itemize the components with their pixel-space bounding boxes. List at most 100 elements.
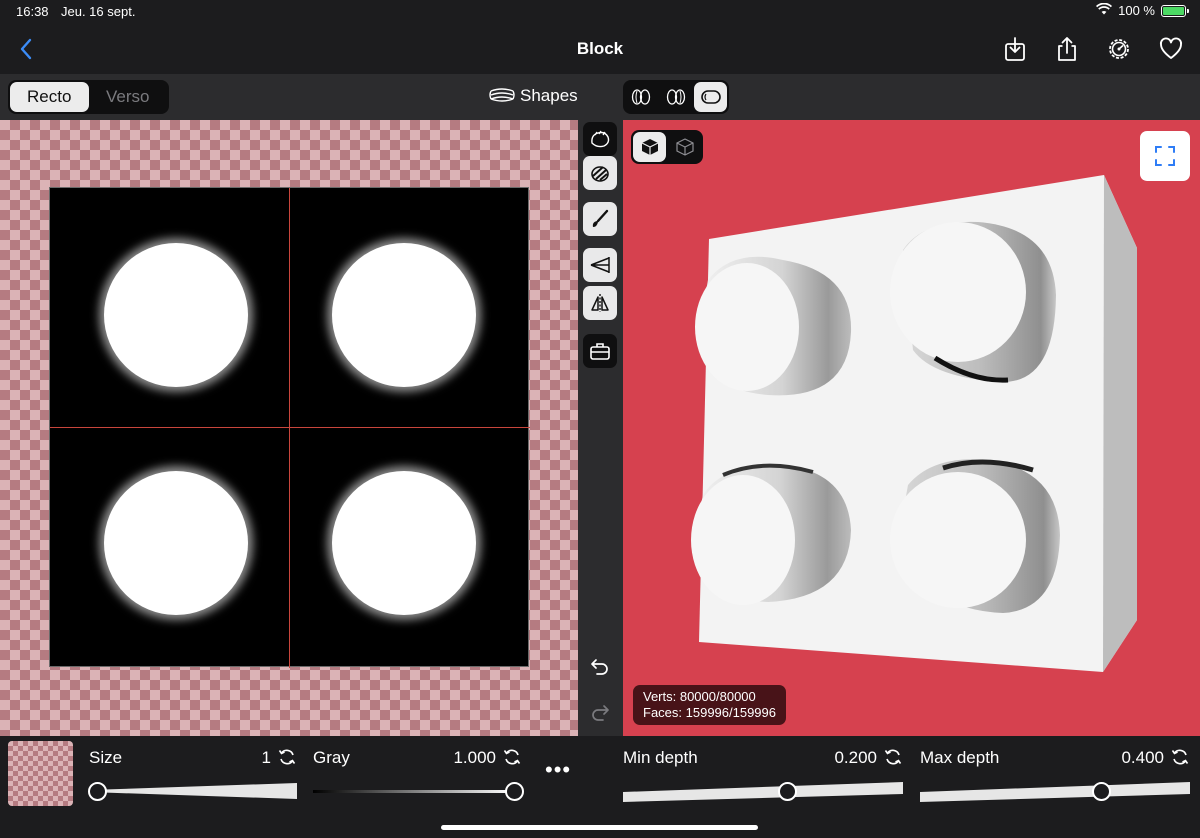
- brush-tool-button[interactable]: [583, 202, 617, 236]
- stud-circle: [104, 471, 248, 615]
- face-count: Faces: 159996/159996: [643, 705, 776, 720]
- texture-tool-icon: [591, 166, 609, 182]
- undo-icon: [591, 659, 608, 675]
- gray-label: Gray: [313, 748, 350, 767]
- toolbox-icon: [590, 343, 610, 360]
- status-indicators: 100 %: [1096, 2, 1189, 18]
- editor-toolbar: Recto Verso Shapes: [0, 74, 1200, 120]
- back-button[interactable]: [14, 36, 40, 62]
- download-icon: [1005, 37, 1025, 61]
- status-time: 16:38: [16, 4, 49, 19]
- heightmap-quadrant: [50, 188, 289, 427]
- status-date: Jeu. 16 sept.: [61, 4, 136, 19]
- solid-cube-icon: [641, 139, 658, 155]
- stud-top-left: [695, 256, 852, 396]
- settings-button[interactable]: [1106, 36, 1132, 62]
- heightmap-quadrant: [290, 188, 529, 427]
- max-depth-control: Max depth 0.400: [920, 736, 1190, 806]
- render-mode-solid[interactable]: [633, 132, 666, 162]
- wireframe-cube-icon: [675, 138, 694, 156]
- gray-value: 1.000: [453, 748, 496, 767]
- gray-control: Gray 1.000: [313, 736, 524, 806]
- min-depth-slider[interactable]: [623, 780, 903, 802]
- heightmap-canvas[interactable]: [0, 120, 578, 736]
- block-side-face: [1103, 175, 1137, 672]
- tab-verso[interactable]: Verso: [89, 82, 168, 112]
- size-slider-thumb[interactable]: [88, 782, 107, 801]
- gradient-tool-button[interactable]: [583, 248, 617, 282]
- share-icon: [1058, 37, 1076, 61]
- wifi-icon: [1096, 2, 1113, 18]
- heightmap-thumbnail[interactable]: [8, 741, 73, 806]
- size-slider[interactable]: [89, 780, 297, 802]
- gray-slider-thumb[interactable]: [505, 782, 524, 801]
- emboss-tool-button[interactable]: [583, 122, 617, 156]
- vertical-guide-line: [289, 188, 290, 668]
- tab-recto[interactable]: Recto: [10, 82, 89, 112]
- more-options-button[interactable]: •••: [545, 757, 571, 783]
- render-mode-wireframe[interactable]: [668, 132, 701, 162]
- render-mode-control: [631, 130, 703, 164]
- stud-bottom-right: [890, 459, 1060, 613]
- toolbox-button[interactable]: [583, 334, 617, 368]
- shapes-button[interactable]: Shapes: [488, 86, 578, 106]
- gray-slider[interactable]: [313, 780, 522, 802]
- heightmap-quadrant: [50, 428, 289, 667]
- max-depth-slider[interactable]: [920, 780, 1190, 802]
- parameter-panel: Size 1 Gray 1.000 ••• Min depth 0.200 Ma…: [0, 736, 1200, 838]
- min-depth-reset-button[interactable]: [883, 747, 903, 767]
- favorite-button[interactable]: [1158, 36, 1184, 62]
- tool-column: [578, 120, 623, 736]
- mirror-tool-button[interactable]: [583, 286, 617, 320]
- mirror-tool-icon: [591, 294, 609, 312]
- vertex-count: Verts: 80000/80000: [643, 689, 756, 704]
- redo-button[interactable]: [588, 701, 612, 725]
- side-segmented-control: Recto Verso: [8, 80, 169, 114]
- view-mode-control: [623, 80, 729, 114]
- 3d-block-render: [691, 175, 1137, 672]
- fullscreen-icon: [1155, 146, 1175, 166]
- stud-circle: [332, 471, 476, 615]
- share-button[interactable]: [1054, 36, 1080, 62]
- double-relief-alt-icon: [666, 89, 686, 105]
- gray-reset-button[interactable]: [502, 747, 522, 767]
- stack-layers-icon: [489, 88, 515, 102]
- reset-icon: [1171, 749, 1189, 765]
- min-depth-label: Min depth: [623, 748, 698, 767]
- mesh-stats-panel: Verts: 80000/80000 Faces: 159996/159996: [633, 685, 786, 725]
- horizontal-guide-line: [50, 427, 530, 428]
- max-depth-slider-thumb[interactable]: [1091, 782, 1111, 801]
- shapes-label: Shapes: [520, 86, 578, 105]
- reset-icon: [884, 749, 902, 765]
- battery-charging-icon: [1161, 4, 1189, 17]
- undo-button[interactable]: [588, 655, 612, 679]
- view-mode-block[interactable]: [694, 82, 728, 112]
- home-indicator: [441, 825, 758, 830]
- max-depth-label: Max depth: [920, 748, 1000, 767]
- view-mode-double-relief-alt[interactable]: [660, 82, 693, 112]
- size-reset-button[interactable]: [277, 747, 297, 767]
- heart-icon: [1160, 37, 1182, 59]
- max-depth-reset-button[interactable]: [1170, 747, 1190, 767]
- texture-tool-button[interactable]: [583, 156, 617, 190]
- emboss-tool-icon: [591, 130, 610, 148]
- size-control: Size 1: [88, 736, 297, 806]
- min-depth-slider-thumb[interactable]: [777, 782, 797, 801]
- size-label: Size: [89, 748, 123, 767]
- 3d-preview-viewport[interactable]: Verts: 80000/80000 Faces: 159996/159996: [623, 120, 1200, 736]
- battery-percentage: 100 %: [1118, 3, 1155, 18]
- reset-icon: [278, 749, 296, 765]
- min-depth-value: 0.200: [834, 748, 877, 767]
- heightmap-image[interactable]: [49, 187, 530, 668]
- brush-tool-icon: [592, 209, 609, 227]
- reset-icon: [503, 749, 521, 765]
- status-bar: 16:38 Jeu. 16 sept. 100 %: [0, 0, 1200, 24]
- download-button[interactable]: [1002, 36, 1028, 62]
- view-mode-double-relief[interactable]: [625, 82, 658, 112]
- max-depth-value: 0.400: [1121, 748, 1164, 767]
- min-depth-control: Min depth 0.200: [623, 736, 903, 806]
- gradient-tool-icon: [590, 257, 610, 273]
- redo-icon: [592, 705, 609, 721]
- fullscreen-button[interactable]: [1140, 131, 1190, 181]
- size-value: 1: [261, 748, 271, 767]
